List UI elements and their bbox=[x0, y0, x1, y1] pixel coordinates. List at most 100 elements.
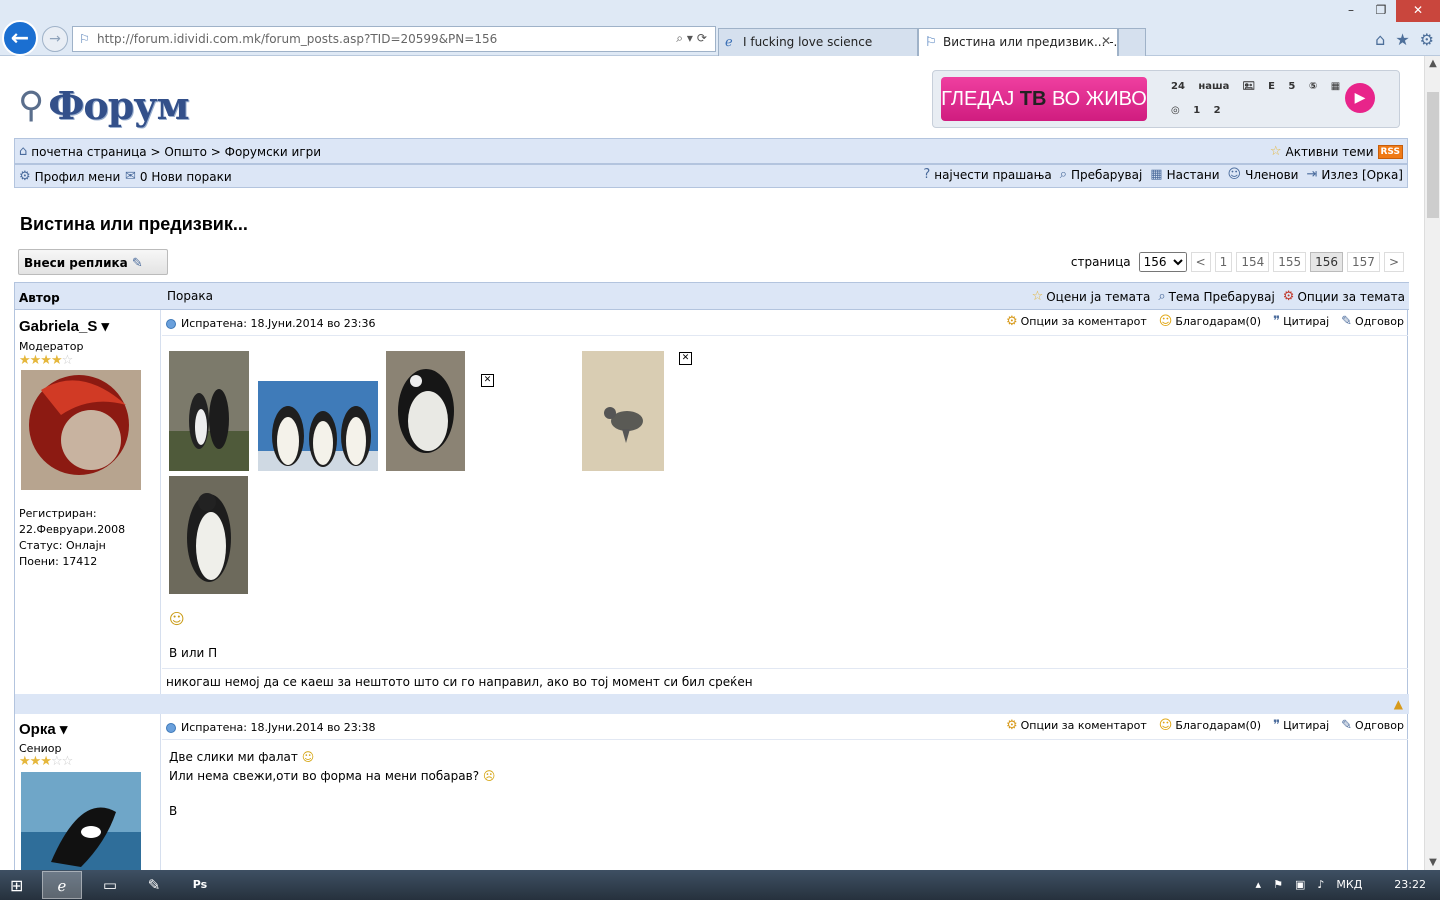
thanks-link[interactable]: ☺ Благодарам(0) bbox=[1158, 717, 1262, 733]
toolbar-icons: ⌂ ★ ⚙ bbox=[1375, 30, 1434, 49]
topic-options-link[interactable]: ⚙ Опции за темата bbox=[1283, 290, 1405, 304]
new-tab-button[interactable] bbox=[1118, 28, 1146, 56]
author-name[interactable]: Орка ▾ bbox=[19, 720, 67, 738]
page-link-157[interactable]: 157 bbox=[1347, 252, 1380, 272]
reply-link[interactable]: ✎ Одговор bbox=[1341, 315, 1404, 329]
new-messages-link[interactable]: ✉ 0 Нови пораки bbox=[125, 170, 232, 184]
post-reply-button[interactable]: Внеси реплика ✎ bbox=[18, 249, 168, 275]
search-link[interactable]: ⌕ Пребарувај bbox=[1060, 168, 1143, 182]
site-favicon-icon: ⚐ bbox=[79, 32, 90, 46]
input-language[interactable]: МКД bbox=[1336, 878, 1362, 891]
members-label: Членови bbox=[1245, 168, 1299, 182]
close-tab-icon[interactable]: ✕ bbox=[1101, 34, 1111, 48]
address-bar[interactable]: ⚐ http://forum.idividi.com.mk/forum_post… bbox=[72, 26, 716, 52]
post-options-link[interactable]: ⚙ Опции за коментарот bbox=[1006, 315, 1147, 329]
page-link-1[interactable]: 1 bbox=[1214, 252, 1233, 272]
profile-menu-label: Профил мени bbox=[34, 170, 121, 184]
app-taskbar-icon[interactable]: ✎ bbox=[134, 871, 174, 899]
ie-taskbar-icon[interactable]: ℯ bbox=[42, 871, 82, 899]
search-icon: ⌕ bbox=[1158, 289, 1166, 304]
forum-logo[interactable]: ⚲ Форум bbox=[18, 68, 190, 128]
logout-link[interactable]: ⇥ Излез [Орка] bbox=[1306, 168, 1403, 182]
browser-tab-2[interactable]: ⚐ Вистина или предизвик... -... ✕ bbox=[918, 28, 1118, 56]
forum-links: ? најчести прашања ⌕ Пребарувај ▦ Настани ☺… bbox=[923, 168, 1403, 182]
forward-button[interactable]: → bbox=[42, 26, 68, 52]
user-menu-bar: ⚙ Профил мени ✉ 0 Нови пораки ? најчести … bbox=[14, 164, 1408, 188]
browser-tab-1[interactable]: ℯ I fucking love science bbox=[718, 28, 918, 56]
thanks-label: Благодарам(0) bbox=[1175, 719, 1262, 732]
page-select[interactable]: 156 bbox=[1138, 252, 1187, 272]
scroll-up-icon[interactable]: ▲ bbox=[1425, 58, 1440, 69]
author-column-header: Автор bbox=[19, 291, 60, 305]
forum-tab-icon: ⚐ bbox=[925, 35, 937, 50]
start-windows-icon[interactable]: ⊞ bbox=[10, 876, 23, 895]
reply-label: Одговор bbox=[1355, 719, 1404, 732]
search-refresh-icon[interactable]: ⌕▾⟳ bbox=[676, 31, 711, 46]
page-scrollbar[interactable]: ▲ ▼ bbox=[1424, 56, 1440, 870]
next-page-button[interactable]: > bbox=[1383, 252, 1404, 272]
events-link[interactable]: ▦ Настани bbox=[1150, 168, 1219, 182]
post-body: В или П bbox=[169, 646, 218, 660]
rate-topic-label: Оцени ја темата bbox=[1046, 290, 1151, 304]
explorer-folder-icon[interactable]: ▭ bbox=[90, 871, 130, 899]
smiley-icon: ☺ bbox=[1158, 717, 1173, 733]
volume-icon[interactable]: ♪ bbox=[1317, 878, 1324, 891]
quote-link[interactable]: ❞ Цитирај bbox=[1273, 315, 1330, 329]
post-date: Испратена: 18.Јуни.2014 во 23:36 bbox=[166, 317, 376, 330]
tab-title: Вистина или предизвик... -... bbox=[943, 35, 1118, 49]
prev-page-button[interactable]: < bbox=[1190, 252, 1211, 272]
rss-icon[interactable]: RSS bbox=[1377, 145, 1403, 159]
active-topics-label: Активни теми bbox=[1285, 145, 1374, 159]
penguin-photo-2 bbox=[258, 381, 378, 471]
rank-stars: ★★★☆☆ bbox=[19, 754, 73, 769]
avatar bbox=[21, 370, 141, 490]
author-name[interactable]: Gabriela_S ▾ bbox=[19, 317, 109, 335]
page-link-155[interactable]: 155 bbox=[1273, 252, 1307, 272]
page-link-156[interactable]: 156 bbox=[1310, 252, 1344, 272]
scroll-down-icon[interactable]: ▼ bbox=[1425, 857, 1440, 868]
quote-label: Цитирај bbox=[1283, 315, 1330, 328]
minimize-button[interactable]: – bbox=[1336, 0, 1366, 22]
broken-image-icon: ✕ bbox=[679, 352, 692, 365]
smiley-icon: ☺ bbox=[1158, 313, 1173, 329]
flag-icon[interactable]: ⚑ bbox=[1273, 878, 1283, 891]
home-icon[interactable]: ⌂ bbox=[1375, 30, 1385, 49]
quote-link[interactable]: ❞ Цитирај bbox=[1273, 719, 1329, 733]
post-options-link[interactable]: ⚙ Опции за коментарот bbox=[1006, 719, 1147, 733]
post-author-panel: Gabriela_S ▾ Модератор ★★★★☆ Регистриран… bbox=[15, 310, 161, 694]
members-link[interactable]: ☺ Членови bbox=[1228, 168, 1299, 182]
members-icon: ☺ bbox=[1227, 167, 1242, 182]
window-controls: – ❐ ✕ bbox=[1336, 0, 1440, 22]
channel-logos: 24 наша 🖭 E 5 ⑤ ▦ ◎ 1 2 bbox=[1171, 81, 1341, 116]
post-options-label: Опции за коментарот bbox=[1020, 315, 1147, 328]
thanks-link[interactable]: ☺ Благодарам(0) bbox=[1158, 313, 1261, 329]
photoshop-taskbar-icon[interactable]: Ps bbox=[180, 871, 220, 899]
scrollbar-thumb[interactable] bbox=[1427, 92, 1439, 218]
star-icon: ☆ bbox=[1269, 144, 1282, 159]
topic-search-link[interactable]: ⌕ Тема Пребарувај bbox=[1158, 290, 1274, 304]
rate-topic-link[interactable]: ☆ Оцени ја темата bbox=[1032, 290, 1151, 304]
close-window-button[interactable]: ✕ bbox=[1396, 0, 1440, 22]
scroll-top-icon[interactable]: ▲ bbox=[1394, 697, 1403, 711]
reply-link[interactable]: ✎ Одговор bbox=[1341, 719, 1404, 733]
gear-icon: ⚙ bbox=[1282, 289, 1295, 304]
walking-figure-icon: ⚲ bbox=[18, 85, 45, 126]
faq-link[interactable]: ? најчести прашања bbox=[923, 168, 1051, 182]
clock[interactable]: 23:22 bbox=[1394, 878, 1426, 891]
active-topics-link[interactable]: ☆ Активни теми RSS bbox=[1270, 145, 1403, 159]
network-icon[interactable]: ▣ bbox=[1295, 878, 1305, 891]
tray-arrow-icon[interactable]: ▴ bbox=[1256, 878, 1262, 891]
favorites-star-icon[interactable]: ★ bbox=[1395, 30, 1409, 49]
envelope-icon: ✉ bbox=[125, 169, 136, 184]
restore-button[interactable]: ❐ bbox=[1366, 0, 1396, 22]
banner-text: ГЛЕДАЈ ТВ ВО ЖИВО bbox=[941, 77, 1147, 121]
page-link-154[interactable]: 154 bbox=[1236, 252, 1270, 272]
tv-banner-ad[interactable]: ГЛЕДАЈ ТВ ВО ЖИВО 24 наша 🖭 E 5 ⑤ ▦ ◎ 1 … bbox=[932, 70, 1400, 128]
play-icon[interactable]: ▶ bbox=[1345, 83, 1375, 113]
settings-gear-icon[interactable]: ⚙ bbox=[1420, 30, 1434, 49]
post-signature: никогаш немој да се каеш за нештото што … bbox=[162, 668, 1408, 694]
penguin-photo-4 bbox=[582, 351, 664, 471]
back-button[interactable]: ← bbox=[2, 20, 38, 56]
breadcrumb[interactable]: ⌂ почетна страница > Општо > Форумски иг… bbox=[19, 145, 321, 159]
profile-menu-link[interactable]: ⚙ Профил мени bbox=[19, 170, 120, 184]
